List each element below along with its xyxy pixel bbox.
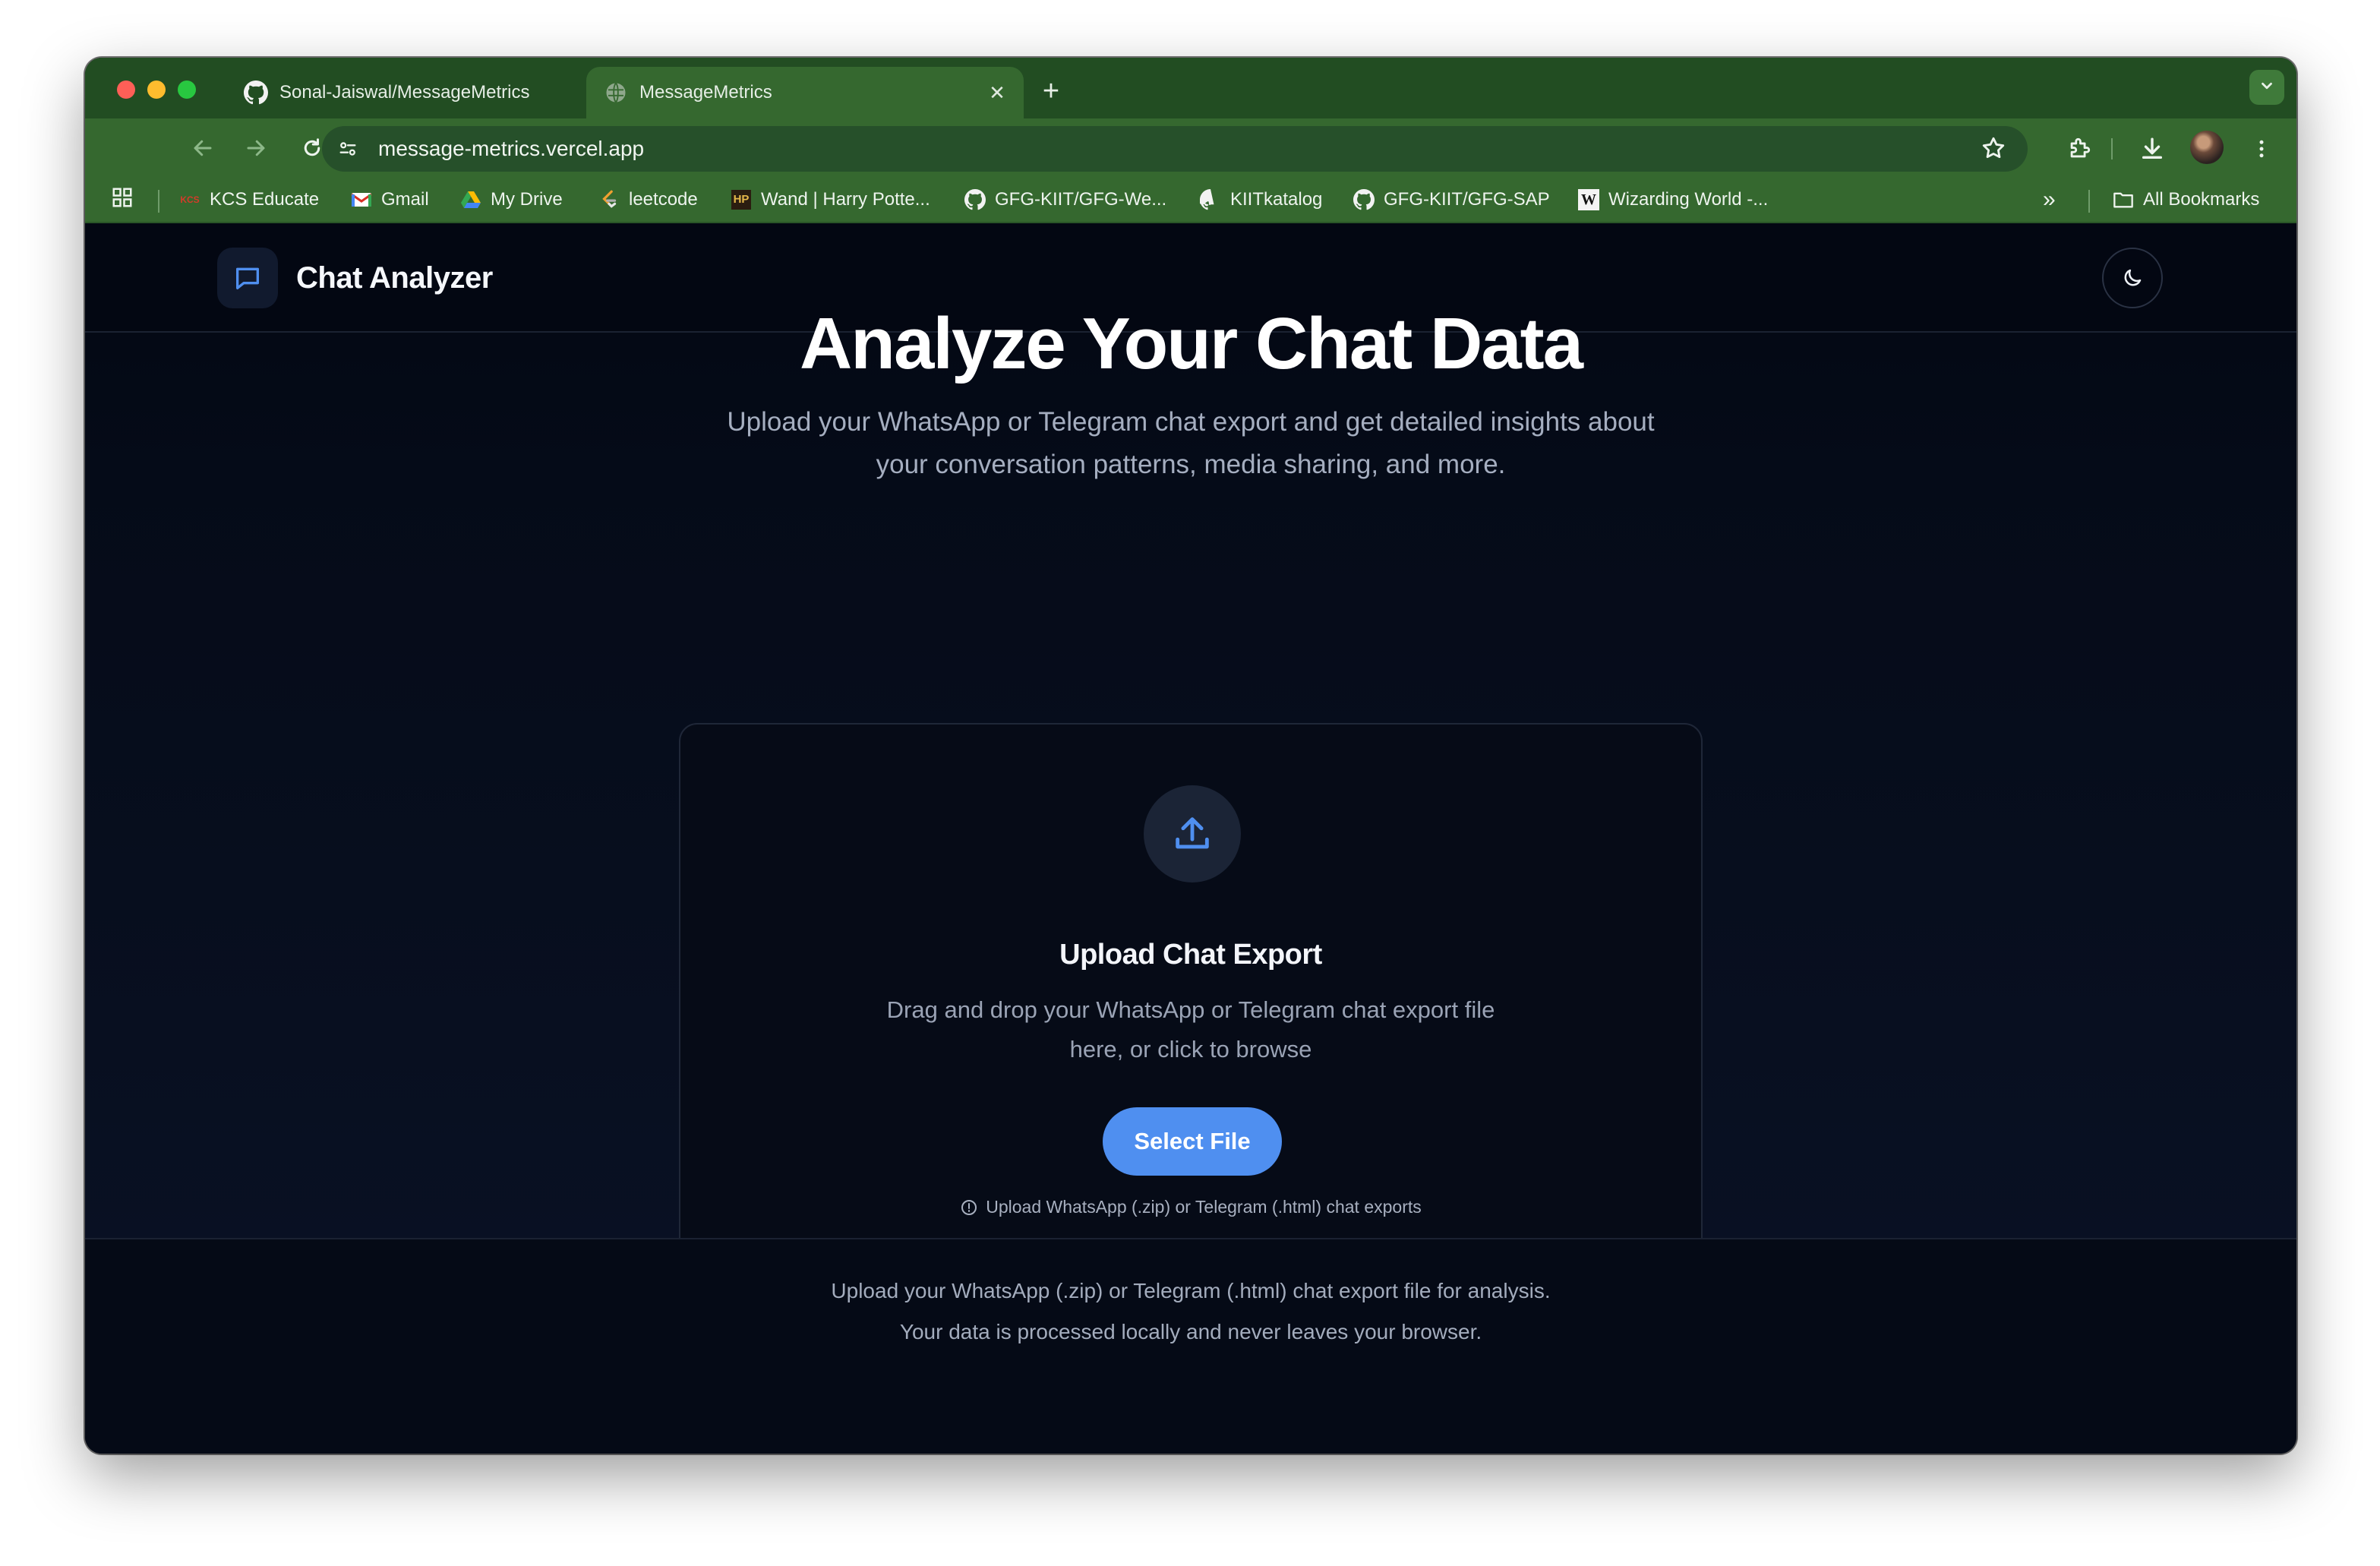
arrow-right-icon	[247, 140, 265, 156]
hp-icon: HP	[731, 189, 752, 210]
subtitle-line: Upload your WhatsApp or Telegram chat ex…	[727, 407, 1655, 437]
bookmark-separator	[158, 190, 159, 213]
globe-icon	[603, 80, 629, 106]
tab-title: Sonal-Jaiswal/MessageMetrics	[279, 82, 530, 103]
bookmark-kcs-educate[interactable]: KCS KCS Educate	[179, 178, 319, 222]
bookmark-kiitkatalog[interactable]: KIITkatalog	[1200, 178, 1322, 222]
extensions-button[interactable]	[2064, 134, 2094, 164]
github-icon	[964, 189, 986, 210]
tab-search-button[interactable]	[2249, 70, 2284, 105]
bookmark-gmail[interactable]: Gmail	[351, 178, 429, 222]
apps-grid-icon	[111, 186, 134, 214]
bookmark-leetcode[interactable]: leetcode	[598, 178, 698, 222]
bookmark-label: Gmail	[381, 189, 429, 210]
kcs-icon: KCS	[180, 194, 200, 205]
maximize-window-button[interactable]	[178, 81, 196, 99]
bookmark-label: Wizarding World -...	[1608, 189, 1769, 210]
download-icon	[2142, 137, 2163, 159]
page-footer: Upload your WhatsApp (.zip) or Telegram …	[85, 1238, 2296, 1454]
page-title: Analyze Your Chat Data	[799, 303, 1583, 384]
reload-icon	[304, 138, 320, 156]
back-button[interactable]	[188, 134, 217, 163]
folder-icon	[2113, 189, 2134, 210]
puzzle-icon	[2070, 137, 2091, 158]
upload-description-line: here, or click to browse	[1069, 1036, 1312, 1062]
bookmark-separator	[2088, 190, 2090, 213]
minimize-window-button[interactable]	[147, 81, 166, 99]
leetcode-icon	[598, 189, 620, 210]
profile-avatar[interactable]	[2190, 131, 2224, 164]
close-icon[interactable]: ✕	[986, 81, 1009, 105]
footer-text: Your data is processed locally and never…	[899, 1320, 1482, 1343]
downloads-button[interactable]	[2137, 134, 2167, 164]
bookmark-label: Wand | Harry Potte...	[761, 189, 930, 210]
tab-title: MessageMetrics	[639, 82, 772, 103]
github-icon	[243, 80, 269, 106]
upload-description: Drag and drop your WhatsApp or Telegram …	[680, 990, 1701, 1069]
github-icon	[1353, 189, 1375, 210]
arrow-left-icon	[194, 140, 212, 156]
web-page: Chat Analyzer Analyze Your Chat Data Upl…	[85, 223, 2296, 1454]
chevron-down-icon	[2258, 77, 2275, 98]
moon-icon	[2124, 269, 2142, 286]
bookmark-label: leetcode	[629, 189, 698, 210]
apps-button[interactable]	[111, 178, 134, 222]
bookmark-label: All Bookmarks	[2143, 189, 2260, 210]
new-tab-button[interactable]: +	[1033, 73, 1069, 109]
subtitle-line: your conversation patterns, media sharin…	[876, 450, 1506, 479]
chat-bubble-icon	[236, 267, 259, 289]
all-bookmarks-button[interactable]: All Bookmarks	[2113, 178, 2259, 222]
bookmark-wizarding-world[interactable]: W Wizarding World -...	[1578, 178, 1768, 222]
w-icon: W	[1578, 189, 1599, 210]
toolbar-divider	[2111, 138, 2113, 159]
tab-strip: Sonal-Jaiswal/MessageMetrics ✕ MessageMe…	[85, 58, 2296, 118]
upload-dropzone[interactable]: Upload Chat Export Drag and drop your Wh…	[679, 723, 1703, 1283]
select-file-button[interactable]: Select File	[1103, 1107, 1282, 1176]
bookmark-wand-harry-potter[interactable]: HP Wand | Harry Potte...	[731, 178, 930, 222]
drive-icon	[460, 189, 481, 210]
browser-menu-button[interactable]	[2246, 134, 2277, 164]
bookmark-label: KIITkatalog	[1230, 189, 1323, 210]
browser-toolbar: message-metrics.vercel.app	[85, 118, 2296, 178]
more-vertical-icon	[2259, 140, 2264, 158]
bookmark-gfg-kiit-web[interactable]: GFG-KIIT/GFG-We...	[964, 178, 1166, 222]
close-window-button[interactable]	[117, 81, 135, 99]
bookmarks-overflow-button[interactable]: »	[2043, 178, 2056, 222]
upload-icon-circle	[1144, 785, 1241, 882]
page-subtitle: Upload your WhatsApp or Telegram chat ex…	[85, 401, 2296, 486]
upload-note-text: Upload WhatsApp (.zip) or Telegram (.htm…	[986, 1197, 1422, 1217]
url-text[interactable]: message-metrics.vercel.app	[378, 126, 644, 172]
gmail-icon	[351, 189, 372, 210]
bookmark-label: My Drive	[491, 189, 563, 210]
footer-text: Upload your WhatsApp (.zip) or Telegram …	[831, 1279, 1551, 1302]
browser-window: Sonal-Jaiswal/MessageMetrics ✕ MessageMe…	[85, 58, 2296, 1454]
info-icon	[960, 1198, 978, 1217]
bookmark-label: GFG-KIIT/GFG-SAP	[1384, 189, 1550, 210]
upload-title: Upload Chat Export	[1059, 939, 1322, 971]
github-icon	[1200, 189, 1221, 210]
upload-description-line: Drag and drop your WhatsApp or Telegram …	[886, 996, 1495, 1023]
bookmarks-bar: KCS KCS Educate Gmail My Drive leetcode …	[85, 178, 2296, 223]
forward-button[interactable]	[241, 134, 270, 163]
tab-messagemetrics[interactable]: MessageMetrics ✕	[586, 67, 1024, 118]
bookmark-gfg-kiit-sap[interactable]: GFG-KIIT/GFG-SAP	[1353, 178, 1550, 222]
bookmark-label: GFG-KIIT/GFG-We...	[995, 189, 1167, 210]
bookmark-my-drive[interactable]: My Drive	[460, 178, 563, 222]
theme-toggle-button[interactable]	[2102, 248, 2163, 308]
bookmark-label: KCS Educate	[210, 189, 320, 210]
upload-note: Upload WhatsApp (.zip) or Telegram (.htm…	[680, 1197, 1701, 1217]
address-bar[interactable]: message-metrics.vercel.app	[322, 126, 2028, 172]
upload-icon	[1176, 817, 1209, 849]
bookmark-star-icon[interactable]	[1981, 135, 2008, 163]
site-info-icon[interactable]	[333, 134, 363, 164]
app-logo[interactable]	[217, 248, 278, 308]
